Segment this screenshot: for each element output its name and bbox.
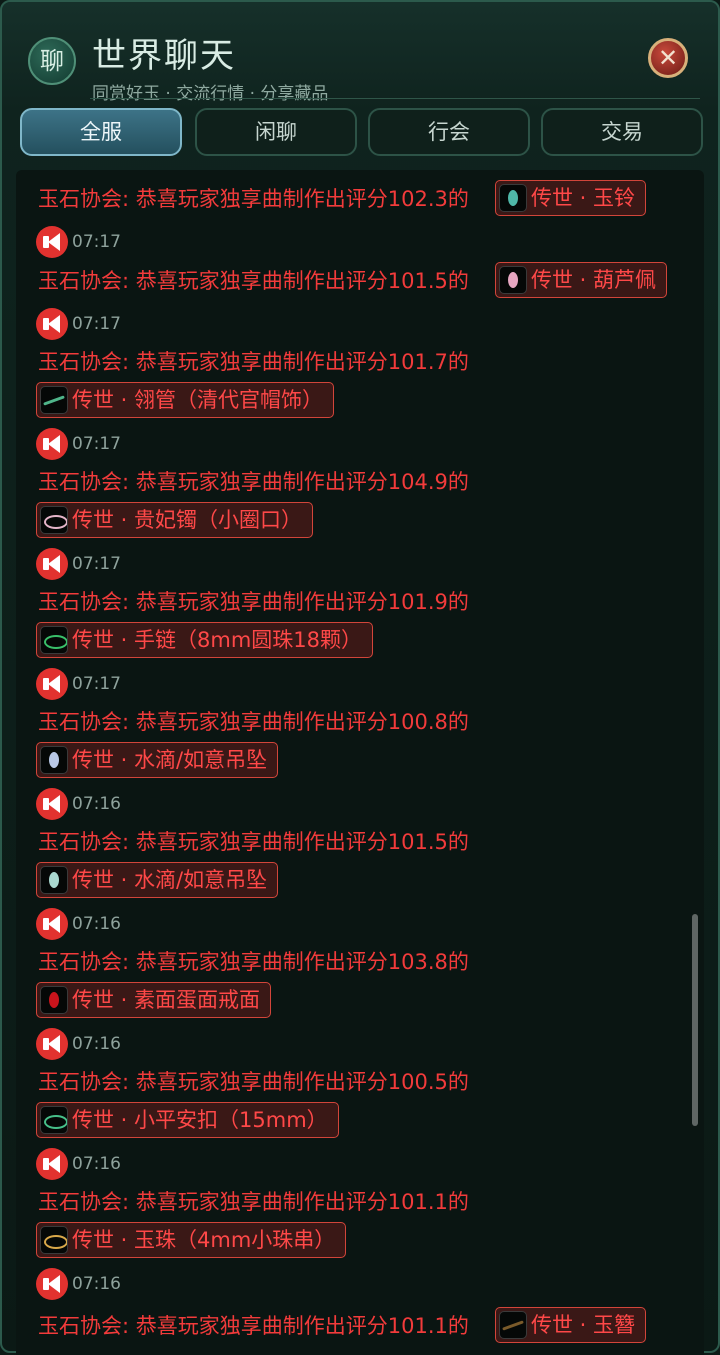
megaphone-icon — [36, 1268, 68, 1300]
item-link[interactable]: 传世 · 玉珠（4mm小珠串） — [36, 1222, 347, 1258]
item-link[interactable]: 传世 · 玉铃 — [495, 180, 647, 216]
feather-tube-icon — [40, 386, 68, 414]
message-text: 玉石协会: 恭喜玩家独享曲制作出评分101.1的 — [38, 1314, 469, 1338]
world-chat-panel: 聊 世界聊天 同赏好玉 · 交流行情 · 分享藏品 ✕ 全服 闲聊 行会 交易 … — [0, 0, 720, 1355]
chat-logo-icon: 聊 — [28, 37, 76, 85]
megaphone-icon — [36, 428, 68, 460]
item-link-label: 传世 · 玉铃 — [531, 186, 636, 210]
item-link[interactable]: 传世 · 玉簪 — [495, 1307, 647, 1343]
message-text: 玉石协会: 恭喜玩家独享曲制作出评分101.1的 — [38, 1190, 469, 1214]
megaphone-icon — [36, 788, 68, 820]
panel-subtitle: 同赏好玉 · 交流行情 · 分享藏品 — [92, 84, 329, 104]
megaphone-icon — [36, 1028, 68, 1060]
item-link[interactable]: 传世 · 水滴/如意吊坠 — [36, 742, 279, 778]
item-link[interactable]: 传世 · 贵妃镯（小圈口） — [36, 502, 314, 538]
item-link-label: 传世 · 翎管（清代官帽饰） — [72, 388, 324, 412]
hairpin-icon — [499, 1311, 527, 1339]
item-link-label: 传世 · 水滴/如意吊坠 — [72, 748, 268, 772]
timestamp-text: 07:17 — [72, 554, 121, 574]
item-link-label: 传世 · 贵妃镯（小圈口） — [72, 508, 303, 532]
chat-scrollbar[interactable] — [692, 914, 698, 1126]
timestamp-text: 07:16 — [72, 794, 121, 814]
bangle-icon — [40, 506, 68, 534]
megaphone-icon — [36, 908, 68, 940]
message-text: 玉石协会: 恭喜玩家独享曲制作出评分101.9的 — [38, 590, 469, 614]
item-link[interactable]: 传世 · 手链（8mm圆珠18颗） — [36, 622, 374, 658]
timestamp-text: 07:17 — [72, 232, 121, 252]
item-link-label: 传世 · 小平安扣（15mm） — [72, 1108, 328, 1132]
timestamp-text: 07:16 — [72, 1274, 121, 1294]
message-text: 玉石协会: 恭喜玩家独享曲制作出评分101.7的 — [38, 350, 469, 374]
timestamp-text: 07:17 — [72, 314, 121, 334]
message-text: 玉石协会: 恭喜玩家独享曲制作出评分104.9的 — [38, 470, 469, 494]
tab-guild[interactable]: 行会 — [368, 108, 530, 156]
item-link-label: 传世 · 水滴/如意吊坠 — [72, 868, 268, 892]
tab-trade[interactable]: 交易 — [541, 108, 703, 156]
chat-header: 聊 世界聊天 同赏好玉 · 交流行情 · 分享藏品 ✕ — [2, 2, 720, 104]
item-link[interactable]: 传世 · 素面蛋面戒面 — [36, 982, 272, 1018]
item-link[interactable]: 传世 · 翎管（清代官帽饰） — [36, 382, 335, 418]
item-link[interactable]: 传世 · 小平安扣（15mm） — [36, 1102, 339, 1138]
timestamp-text: 07:17 — [72, 674, 121, 694]
message-text: 玉石协会: 恭喜玩家独享曲制作出评分101.5的 — [38, 269, 469, 293]
message-text: 玉石协会: 恭喜玩家独享曲制作出评分102.3的 — [38, 187, 469, 211]
panel-title: 世界聊天 — [92, 36, 236, 76]
message-text: 玉石协会: 恭喜玩家独享曲制作出评分103.8的 — [38, 950, 469, 974]
item-link[interactable]: 传世 · 葫芦佩 — [495, 262, 668, 298]
tab-chat[interactable]: 闲聊 — [195, 108, 357, 156]
megaphone-icon — [36, 226, 68, 258]
timestamp-text: 07:16 — [72, 914, 121, 934]
message-text: 玉石协会: 恭喜玩家独享曲制作出评分101.5的 — [38, 830, 469, 854]
header-divider — [90, 98, 700, 99]
megaphone-icon — [36, 308, 68, 340]
cabochon-icon — [40, 986, 68, 1014]
item-link-label: 传世 · 葫芦佩 — [531, 268, 657, 292]
chat-message-list[interactable]: 玉石协会: 恭喜玩家独享曲制作出评分102.3的 传世 · 玉铃 07:17 玉… — [16, 170, 704, 1355]
bead-bracelet-icon — [40, 626, 68, 654]
megaphone-icon — [36, 1148, 68, 1180]
jade-bell-icon — [499, 184, 527, 212]
small-bead-strand-icon — [40, 1226, 68, 1254]
message-text: 玉石协会: 恭喜玩家独享曲制作出评分100.5的 — [38, 1070, 469, 1094]
megaphone-icon — [36, 668, 68, 700]
item-link-label: 传世 · 玉簪 — [531, 1313, 636, 1337]
timestamp-text: 07:16 — [72, 1154, 121, 1174]
tab-all-server[interactable]: 全服 — [20, 108, 182, 156]
donut-pendant-icon — [40, 1106, 68, 1134]
gourd-pendant-icon — [499, 266, 527, 294]
channel-tabs: 全服 闲聊 行会 交易 — [20, 108, 706, 160]
water-drop-pendant-icon — [40, 746, 68, 774]
timestamp-text: 07:17 — [72, 434, 121, 454]
megaphone-icon — [36, 548, 68, 580]
water-drop-pendant-icon — [40, 866, 68, 894]
item-link[interactable]: 传世 · 水滴/如意吊坠 — [36, 862, 279, 898]
item-link-label: 传世 · 素面蛋面戒面 — [72, 988, 261, 1012]
message-text: 玉石协会: 恭喜玩家独享曲制作出评分100.8的 — [38, 710, 469, 734]
timestamp-text: 07:16 — [72, 1034, 121, 1054]
item-link-label: 传世 · 玉珠（4mm小珠串） — [72, 1228, 336, 1252]
close-button[interactable]: ✕ — [648, 38, 688, 78]
item-link-label: 传世 · 手链（8mm圆珠18颗） — [72, 628, 363, 652]
